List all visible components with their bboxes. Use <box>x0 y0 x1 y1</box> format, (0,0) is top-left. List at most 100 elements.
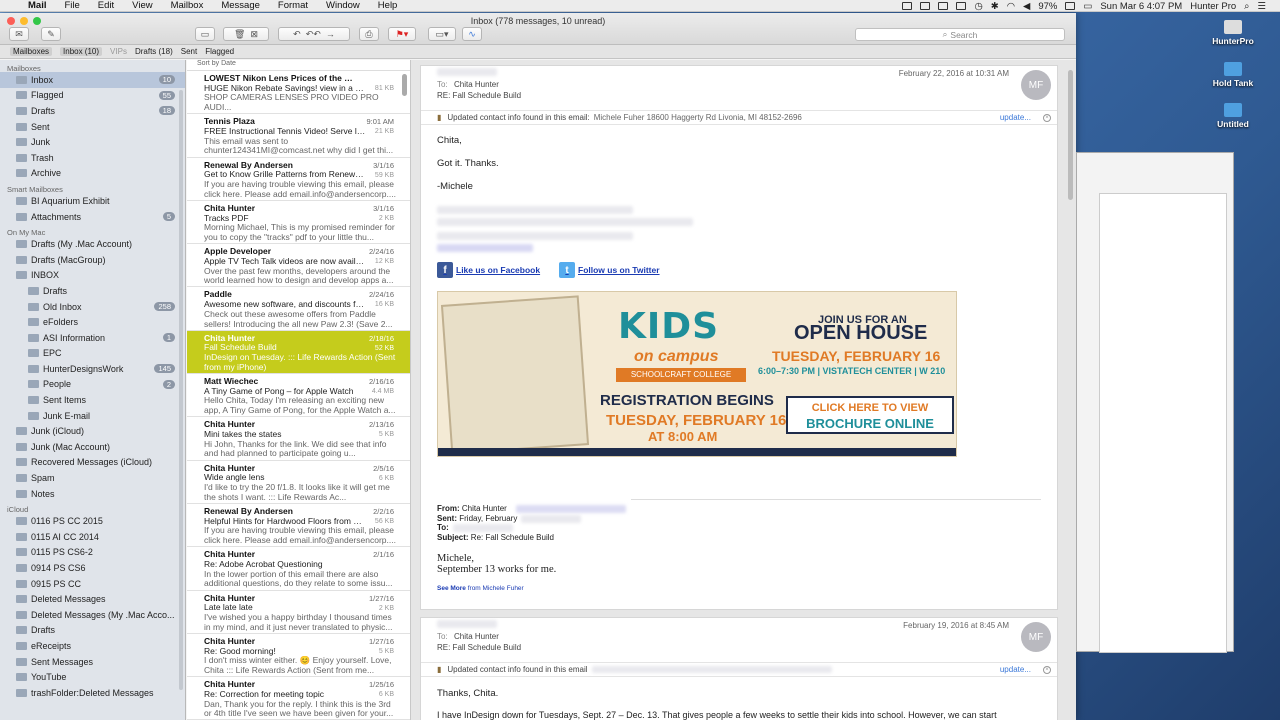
time-machine-icon[interactable]: ◷ <box>974 1 982 12</box>
sidebar-item[interactable]: Old Inbox 258 <box>0 299 185 315</box>
to-recipient-2[interactable]: Chita Hunter <box>454 632 499 641</box>
fav-flagged[interactable]: Flagged <box>205 47 234 56</box>
message-row[interactable]: Renewal By Andersen 3/1/16 59 KB Get to Kno… <box>187 158 410 201</box>
sidebar-item[interactable]: Junk E-mail <box>0 408 185 424</box>
desktop-icon-hold-tank[interactable]: Hold Tank <box>1203 62 1263 88</box>
sidebar-item[interactable]: Flagged 55 <box>0 88 185 104</box>
message-row[interactable]: Paddle 2/24/16 16 KB Awesome new software, … <box>187 287 410 331</box>
open-house-banner[interactable]: KIDS on campus SCHOOLCRAFT COLLEGE REGIS… <box>437 291 957 457</box>
fav-drafts[interactable]: Drafts (18) <box>135 47 173 56</box>
message-row[interactable]: LOWEST Nikon Lens Prices of the Year! 81 … <box>187 71 410 115</box>
menu-format[interactable]: Format <box>278 0 308 11</box>
menu-edit[interactable]: Edit <box>98 0 114 11</box>
archive-button[interactable]: ▭ <box>195 27 215 41</box>
move-button[interactable]: ▭▾ <box>428 27 456 41</box>
delete-junk-group[interactable]: 🗑 ⊠ <box>223 27 269 41</box>
brochure-button[interactable]: CLICK HERE TO VIEW BROCHURE ONLINE <box>786 396 954 434</box>
menu-message[interactable]: Message <box>221 0 260 11</box>
sidebar-item[interactable]: Junk (Mac Account) <box>0 439 185 455</box>
flag-icon[interactable]: ▭ <box>1083 1 1092 12</box>
bluetooth-icon[interactable]: ✱ <box>991 1 999 12</box>
message-row[interactable]: Chita Hunter 2/18/16 52 KB Fall Schedule Bu… <box>187 330 410 375</box>
see-more[interactable]: See More from Michele Fuher <box>437 585 524 592</box>
compose-button[interactable]: ✎ <box>41 27 61 41</box>
sidebar-item[interactable]: 0115 PS CS6-2 <box>0 545 185 561</box>
sidebar-item[interactable]: Junk (iCloud) <box>0 423 185 439</box>
message-row[interactable]: Chita Hunter 2/1/16 Re: Adobe Acrobat Ques… <box>187 547 410 591</box>
sidebar-item[interactable]: HunterDesignsWork 145 <box>0 361 185 377</box>
battery-percent[interactable]: 97% <box>1038 1 1057 12</box>
sidebar-item[interactable]: Sent Items <box>0 392 185 408</box>
sidebar-scrollbar[interactable] <box>179 90 183 690</box>
sidebar-item[interactable]: 0116 PS CC 2015 <box>0 513 185 529</box>
message-row[interactable]: Tennis Plaza 9:01 AM 21 KB FREE Instruction… <box>187 114 410 158</box>
dismiss-icon[interactable]: × <box>1043 665 1051 674</box>
to-recipient[interactable]: Chita Hunter <box>454 80 499 89</box>
message-row[interactable]: Chita Hunter 2/13/16 5 KB Mini takes the st… <box>187 417 410 461</box>
message-row[interactable]: Apple Developer 2/24/16 12 KB Apple TV Tech… <box>187 244 410 288</box>
message-row[interactable]: Chita Hunter 1/25/16 6 KB Re: Correction fo… <box>187 677 410 720</box>
menu-file[interactable]: File <box>64 0 79 11</box>
message-row[interactable]: Chita Hunter 3/1/16 2 KB Tracks PDF Morning … <box>187 201 410 245</box>
sidebar-item[interactable]: Drafts (My .Mac Account) <box>0 236 185 252</box>
message-row[interactable]: Chita Hunter 2/5/16 6 KB Wide angle lens I'd… <box>187 461 410 504</box>
sidebar-item[interactable]: INBOX <box>0 268 185 284</box>
flag-button[interactable]: ⚑▾ <box>388 27 416 41</box>
update-link[interactable]: update... <box>1000 113 1031 122</box>
sidebar-item[interactable]: Attachments 5 <box>0 209 185 225</box>
dismiss-icon[interactable]: × <box>1043 113 1051 122</box>
desktop-icon-untitled[interactable]: Untitled <box>1203 103 1263 129</box>
menu-app[interactable]: Mail <box>28 0 46 11</box>
sidebar-item[interactable]: Trash <box>0 150 185 166</box>
sidebar-item[interactable]: ASI Information 1 <box>0 330 185 346</box>
sort-by[interactable]: Sort by Date <box>187 60 410 71</box>
display-icon[interactable] <box>938 2 949 10</box>
facebook-link[interactable]: f Like us on Facebook <box>437 262 540 278</box>
message-list-scrollbar[interactable] <box>402 74 407 96</box>
menu-mailbox[interactable]: Mailbox <box>171 0 204 11</box>
clock[interactable]: Sun Mar 6 4:07 PM <box>1100 1 1182 12</box>
sidebar-item[interactable]: trashFolder:Deleted Messages <box>0 685 185 701</box>
menu-help[interactable]: Help <box>378 0 398 11</box>
twitter-link[interactable]: t Follow us on Twitter <box>559 262 660 278</box>
user-name[interactable]: Hunter Pro <box>1190 1 1236 12</box>
message-row[interactable]: Renewal By Andersen 2/2/16 56 KB Helpful Hi… <box>187 504 410 548</box>
sidebar-item[interactable]: Recovered Messages (iCloud) <box>0 455 185 471</box>
status-icon[interactable] <box>902 2 913 10</box>
sidebar-item[interactable]: Notes <box>0 486 185 502</box>
reading-pane-scrollbar[interactable] <box>1068 70 1073 200</box>
sidebar-item[interactable]: eReceipts <box>0 638 185 654</box>
sidebar-item[interactable]: Sent <box>0 119 185 135</box>
print-button[interactable]: ⎙ <box>359 27 379 41</box>
sidebar-item[interactable]: Drafts (MacGroup) <box>0 252 185 268</box>
sidebar-item[interactable]: Inbox 10 <box>0 72 185 88</box>
search-input[interactable]: ⌕ Search <box>855 28 1065 41</box>
activity-button[interactable]: ∿ <box>462 27 482 41</box>
sidebar-item[interactable]: Deleted Messages (My .Mac Acco... <box>0 607 185 623</box>
sidebar-item[interactable]: Deleted Messages <box>0 591 185 607</box>
fav-sent[interactable]: Sent <box>181 47 197 56</box>
sidebar-item[interactable]: 0914 PS CS6 <box>0 560 185 576</box>
sidebar-item[interactable]: Drafts <box>0 623 185 639</box>
sidebar-item[interactable]: 0915 PS CC <box>0 576 185 592</box>
fav-mailboxes[interactable]: Mailboxes <box>10 47 53 56</box>
message-row[interactable]: Matt Wiechec 2/16/16 4.4 MB A Tiny Game of … <box>187 374 410 418</box>
menu-window[interactable]: Window <box>326 0 360 11</box>
sidebar-item[interactable]: Drafts 18 <box>0 103 185 119</box>
menu-view[interactable]: View <box>132 0 152 11</box>
sidebar-item[interactable]: EPC <box>0 346 185 362</box>
get-mail-button[interactable]: ✉ <box>9 27 29 41</box>
airplay-icon[interactable] <box>956 2 967 10</box>
notification-center-icon[interactable]: ☰ <box>1257 1 1266 12</box>
spotlight-icon[interactable]: ⌕ <box>1244 1 1249 12</box>
sidebar-item[interactable]: BI Aquarium Exhibit <box>0 193 185 209</box>
volume-icon[interactable]: ◀ <box>1023 1 1030 12</box>
reply-forward-group[interactable]: ↶ ↶↶ → <box>278 27 350 41</box>
fav-vips[interactable]: VIPs <box>110 47 127 56</box>
message-row[interactable]: Chita Hunter 1/27/16 5 KB Re: Good morning!… <box>187 634 410 678</box>
sidebar-item[interactable]: Archive <box>0 166 185 182</box>
sidebar-item[interactable]: Drafts <box>0 283 185 299</box>
sidebar-item[interactable]: 0115 AI CC 2014 <box>0 529 185 545</box>
update-link-2[interactable]: update... <box>1000 665 1031 674</box>
sidebar-item[interactable]: Junk <box>0 134 185 150</box>
